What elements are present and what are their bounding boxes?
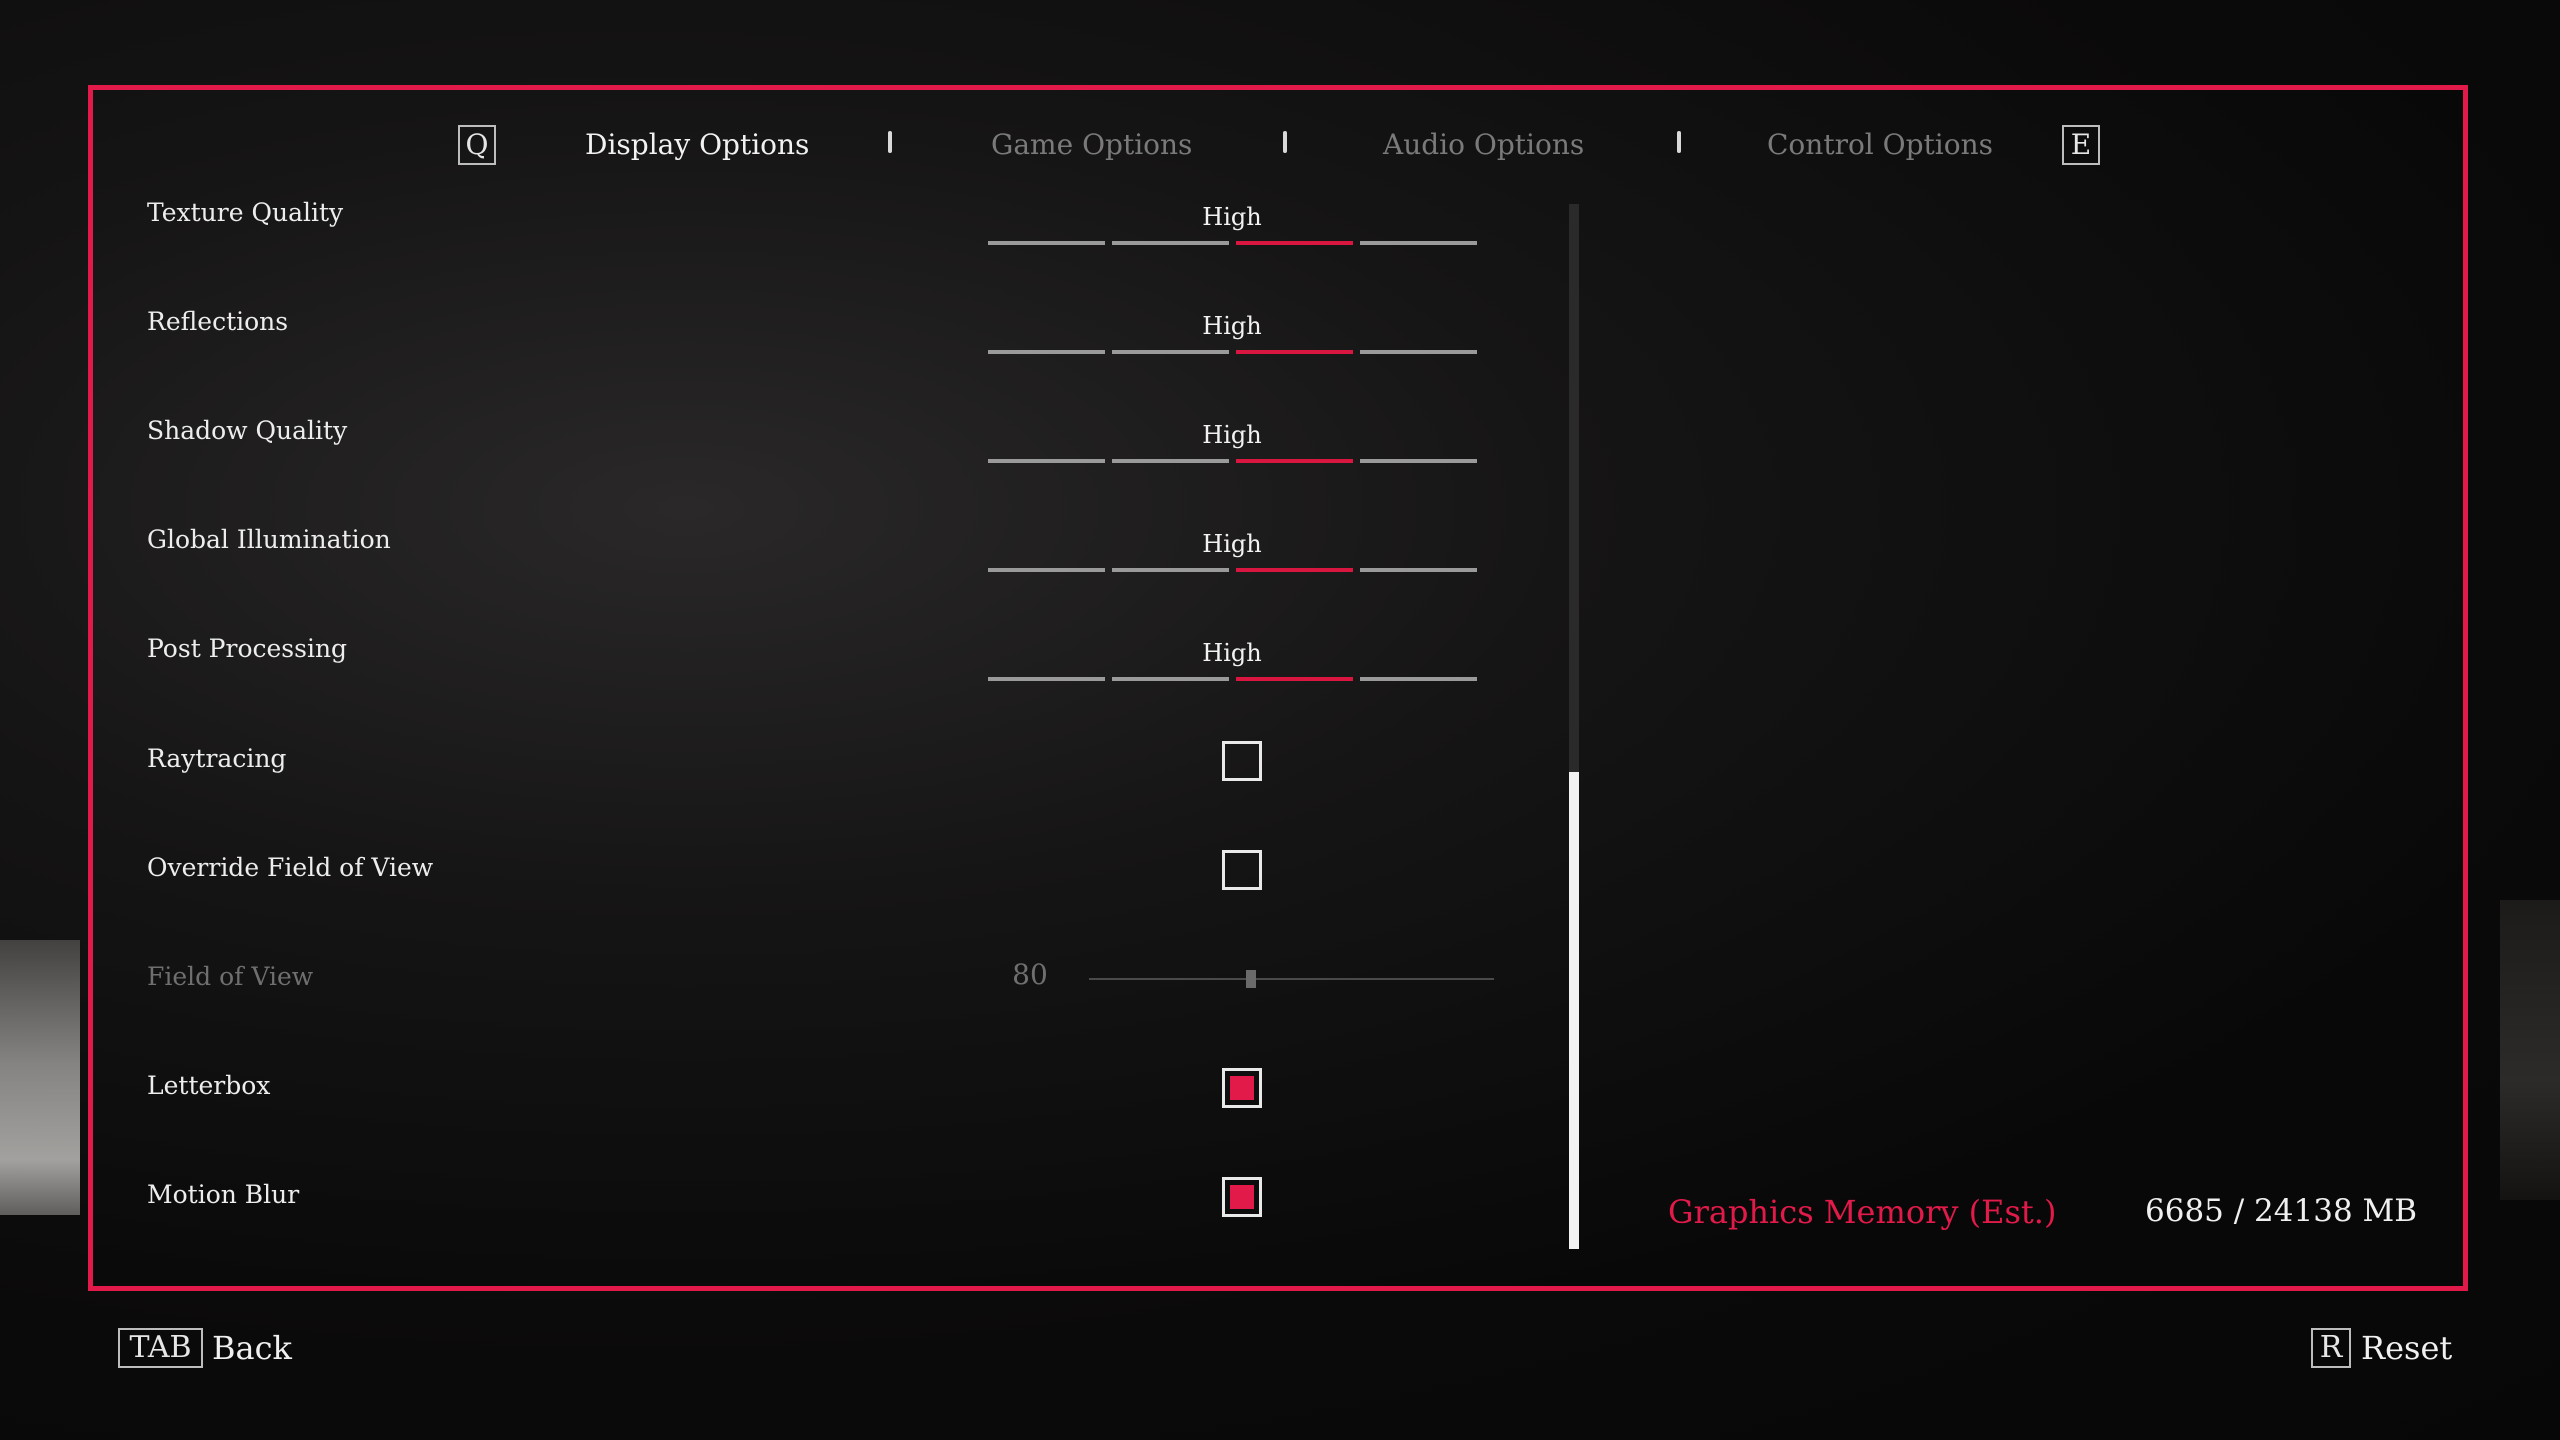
quality-segment[interactable] bbox=[988, 459, 1105, 463]
setting-label: Raytracing bbox=[147, 744, 287, 773]
setting-value: High bbox=[1202, 203, 1262, 231]
fov-slider-track[interactable] bbox=[1089, 978, 1494, 980]
reset-key[interactable]: R bbox=[2311, 1328, 2351, 1368]
setting-label: Field of View bbox=[147, 962, 314, 991]
setting-label: Motion Blur bbox=[147, 1180, 300, 1209]
setting-label: Post Processing bbox=[147, 634, 348, 663]
setting-value: High bbox=[1202, 421, 1262, 449]
setting-label: Shadow Quality bbox=[147, 416, 348, 445]
setting-label: Global Illumination bbox=[147, 525, 391, 554]
settings-panel bbox=[88, 85, 2468, 1291]
fov-value: 80 bbox=[1012, 958, 1048, 991]
setting-value: High bbox=[1202, 312, 1262, 340]
setting-label: Letterbox bbox=[147, 1071, 271, 1100]
quality-segment[interactable] bbox=[988, 350, 1105, 354]
scrollbar-thumb[interactable] bbox=[1569, 772, 1579, 1249]
graphics-memory-label: Graphics Memory (Est.) bbox=[1668, 1193, 2057, 1231]
setting-label: Texture Quality bbox=[147, 198, 344, 227]
quality-segment[interactable] bbox=[1112, 350, 1229, 354]
setting-label: Reflections bbox=[147, 307, 289, 336]
quality-segment[interactable] bbox=[1236, 677, 1353, 681]
quality-segment[interactable] bbox=[1360, 677, 1477, 681]
setting-value: High bbox=[1202, 530, 1262, 558]
motion-blur-checkbox[interactable] bbox=[1222, 1177, 1262, 1217]
checkbox-fill bbox=[1230, 1076, 1254, 1100]
quality-segment[interactable] bbox=[1236, 568, 1353, 572]
quality-segment[interactable] bbox=[1236, 459, 1353, 463]
letterbox-checkbox[interactable] bbox=[1222, 1068, 1262, 1108]
quality-segment[interactable] bbox=[1112, 677, 1229, 681]
quality-segment[interactable] bbox=[1112, 459, 1229, 463]
tab-prev-key[interactable]: Q bbox=[458, 125, 496, 165]
background-prop bbox=[0, 940, 80, 1215]
quality-segment[interactable] bbox=[1112, 568, 1229, 572]
tab-game-options[interactable]: Game Options bbox=[991, 125, 1192, 165]
back-button[interactable]: Back bbox=[212, 1328, 292, 1368]
tab-audio-options[interactable]: Audio Options bbox=[1383, 125, 1584, 165]
quality-segment[interactable] bbox=[1236, 241, 1353, 245]
quality-segment[interactable] bbox=[1112, 241, 1229, 245]
quality-segment[interactable] bbox=[1360, 459, 1477, 463]
tab-separator bbox=[1677, 131, 1681, 153]
quality-segment[interactable] bbox=[1236, 350, 1353, 354]
quality-segment[interactable] bbox=[988, 241, 1105, 245]
quality-segment[interactable] bbox=[988, 568, 1105, 572]
tab-display-options[interactable]: Display Options bbox=[585, 125, 809, 165]
back-key[interactable]: TAB bbox=[118, 1328, 203, 1368]
tab-separator bbox=[1283, 131, 1287, 153]
graphics-memory-value: 6685 / 24138 MB bbox=[2145, 1193, 2418, 1229]
quality-segment[interactable] bbox=[988, 677, 1105, 681]
fov-slider-thumb[interactable] bbox=[1246, 970, 1256, 988]
settings-screen: Q Display Options Game Options Audio Opt… bbox=[0, 0, 2560, 1440]
override-fov-checkbox[interactable] bbox=[1222, 850, 1262, 890]
checkbox-fill bbox=[1230, 1185, 1254, 1209]
quality-segment[interactable] bbox=[1360, 568, 1477, 572]
quality-segment[interactable] bbox=[1360, 350, 1477, 354]
tab-next-key[interactable]: E bbox=[2062, 125, 2100, 165]
setting-value: High bbox=[1202, 639, 1262, 667]
tab-separator bbox=[888, 131, 892, 153]
reset-button[interactable]: Reset bbox=[2361, 1328, 2452, 1368]
setting-label: Override Field of View bbox=[147, 853, 434, 882]
quality-segment[interactable] bbox=[1360, 241, 1477, 245]
background-prop bbox=[2500, 900, 2560, 1200]
tab-control-options[interactable]: Control Options bbox=[1767, 125, 1993, 165]
raytracing-checkbox[interactable] bbox=[1222, 741, 1262, 781]
